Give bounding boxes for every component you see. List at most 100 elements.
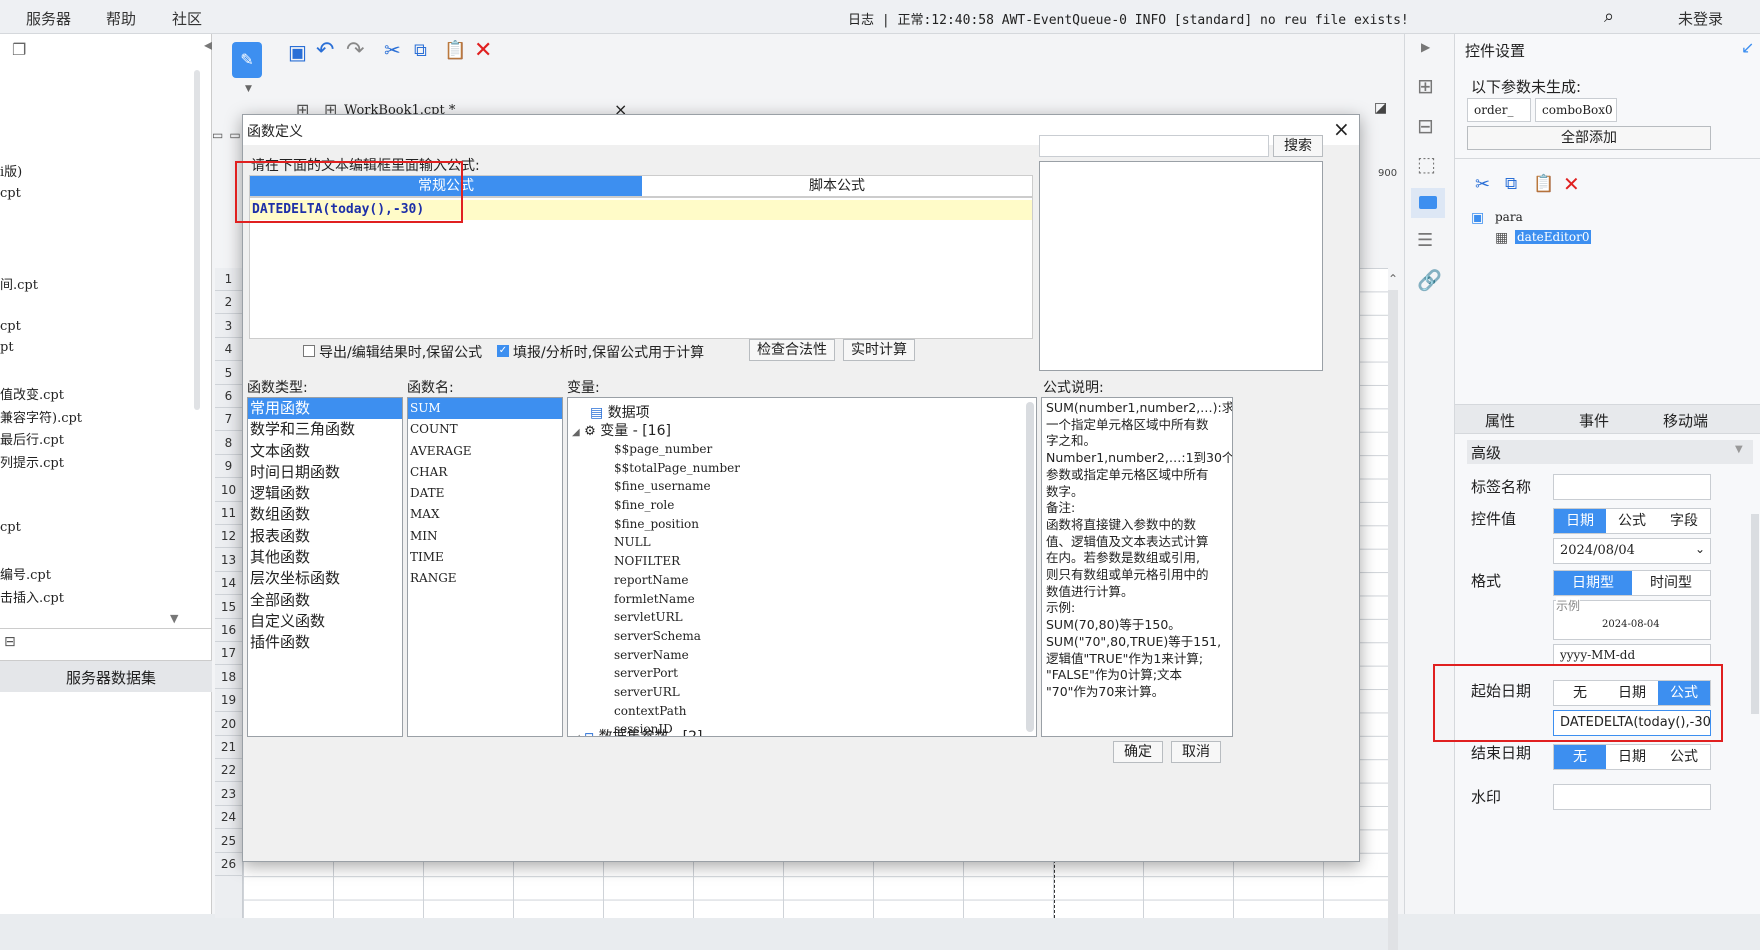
function-type-item[interactable]: 报表函数 (248, 526, 402, 547)
cell-attr-icon[interactable]: ⊞ (1417, 74, 1434, 98)
date-value-input[interactable]: 2024/08/04 (1553, 538, 1711, 564)
function-name-item[interactable]: DATE (408, 483, 562, 504)
tab-mobile[interactable]: 移动端 (1663, 410, 1708, 431)
variable-item[interactable]: formletName (614, 590, 740, 609)
function-name-item[interactable]: SUM (408, 398, 562, 420)
seg-date-type[interactable]: 日期型 (1554, 571, 1632, 595)
seg-date[interactable]: 日期 (1606, 745, 1658, 769)
function-type-item[interactable]: 全部函数 (248, 590, 402, 611)
cut-icon[interactable]: ✂ (384, 38, 401, 62)
format-pattern-input[interactable]: yyyy-MM-dd (1553, 644, 1711, 666)
expand-right-icon[interactable]: ▶ (1421, 40, 1430, 54)
delete-icon[interactable]: ✕ (1563, 172, 1580, 196)
widget-settings-tab[interactable] (1411, 188, 1445, 218)
function-type-item[interactable]: 自定义函数 (248, 611, 402, 632)
variable-item[interactable]: $fine_username (614, 477, 740, 496)
variable-item[interactable]: reportName (614, 571, 740, 590)
row-number[interactable]: 23 (215, 782, 243, 806)
row-number[interactable]: 22 (215, 759, 243, 783)
tab-properties[interactable]: 属性 (1485, 410, 1515, 431)
control-value-seg[interactable]: 日期 公式 字段 (1553, 508, 1711, 534)
variable-item[interactable]: $fine_position (614, 515, 740, 534)
function-type-item[interactable]: 数学和三角函数 (248, 419, 402, 440)
function-name-list[interactable]: SUM COUNT AVERAGE CHAR DATE MAX MIN TIME RANGE (407, 397, 563, 737)
row-number[interactable]: 6 (215, 385, 243, 408)
menu-server[interactable]: 服务器 (26, 8, 71, 29)
row-number[interactable]: 2 (215, 291, 243, 315)
search-icon[interactable]: ⌕ (1604, 6, 1614, 27)
tree-root[interactable]: para (1495, 210, 1523, 224)
delete-icon[interactable]: ✕ (474, 38, 492, 63)
menu-help[interactable]: 帮助 (106, 8, 136, 29)
file-item[interactable]: 值改变.cpt (0, 384, 64, 403)
undo-icon[interactable]: ↶ (316, 38, 334, 63)
row-number[interactable]: 17 (215, 642, 243, 666)
redo-icon[interactable]: ↷ (346, 38, 364, 63)
scrollbar[interactable] (1026, 402, 1034, 732)
chevron-down-icon[interactable]: ⌄ (1695, 542, 1705, 556)
row-number[interactable]: 4 (215, 338, 243, 362)
chevron-down-icon[interactable]: ▼ (170, 612, 178, 625)
row-number[interactable]: 11 (215, 502, 243, 525)
function-type-item[interactable]: 常用函数 (248, 398, 402, 420)
seg-formula[interactable]: 公式 (1658, 745, 1710, 769)
variable-item[interactable]: serverName (614, 646, 740, 665)
variable-item[interactable]: NOFILTER (614, 552, 740, 571)
function-name-item[interactable]: TIME (408, 547, 562, 568)
row-number[interactable]: 12 (215, 525, 243, 549)
file-item[interactable]: cpt (0, 520, 21, 535)
close-icon[interactable]: × (1333, 117, 1350, 141)
fill-checkbox[interactable]: ✓ (497, 345, 509, 357)
row-number[interactable]: 3 (215, 314, 243, 338)
cut-icon[interactable]: ✂ (1475, 174, 1490, 195)
function-name-item[interactable]: RANGE (408, 568, 562, 589)
menu-community[interactable]: 社区 (172, 8, 202, 29)
watermark-input[interactable] (1553, 784, 1711, 810)
tree-data-items[interactable]: ▤ 数据项 (590, 402, 650, 422)
row-number[interactable]: 13 (215, 548, 243, 572)
window-icon[interactable]: ❐ (12, 40, 26, 59)
function-type-item[interactable]: 插件函数 (248, 632, 402, 653)
row-number[interactable]: 8 (215, 431, 243, 455)
file-item[interactable]: cpt (0, 186, 21, 201)
file-item[interactable]: 击插入.cpt (0, 587, 64, 606)
seg-formula[interactable]: 公式 (1606, 509, 1658, 533)
function-type-item[interactable]: 时间日期函数 (248, 462, 402, 483)
param-order[interactable]: order_ (1467, 98, 1531, 122)
function-name-item[interactable]: MIN (408, 526, 562, 547)
tab-script-formula[interactable]: 脚本公式 (642, 176, 1032, 196)
row-number[interactable]: 25 (215, 829, 243, 853)
chevron-down-icon[interactable]: ▼ (245, 84, 252, 94)
function-type-item[interactable]: 数组函数 (248, 504, 402, 525)
function-name-item[interactable]: MAX (408, 504, 562, 525)
copy-icon[interactable]: ⧉ (414, 40, 427, 61)
log-status[interactable]: 日志 | 正常:12:40:58 AWT-EventQueue-0 INFO [… (848, 9, 1409, 28)
file-item[interactable]: 最后行.cpt (0, 429, 64, 448)
variable-item[interactable]: serverPort (614, 664, 740, 683)
tree-child-selected[interactable]: dateEditor0 (1515, 230, 1592, 244)
function-type-item[interactable]: 逻辑函数 (248, 483, 402, 504)
row-number[interactable]: 24 (215, 806, 243, 830)
row-number[interactable]: 26 (215, 853, 243, 876)
function-type-item[interactable]: 其他函数 (248, 547, 402, 568)
link-icon[interactable]: 🔗 (1417, 268, 1442, 292)
search-input[interactable] (1039, 135, 1269, 157)
layer-icon[interactable]: ☰ (1417, 230, 1433, 251)
function-name-item[interactable]: CHAR (408, 462, 562, 483)
condition-icon[interactable]: ⊟ (1417, 114, 1434, 138)
file-item[interactable]: i版) (0, 161, 22, 180)
variable-item[interactable]: serverSchema (614, 627, 740, 646)
paste-icon[interactable]: 📋 (444, 40, 466, 61)
file-item[interactable]: 间.cpt (0, 274, 38, 293)
check-validity-button[interactable]: 检查合法性 (749, 339, 835, 361)
scrollbar[interactable] (1388, 290, 1398, 950)
seg-field[interactable]: 字段 (1658, 509, 1710, 533)
add-all-button[interactable]: 全部添加 (1467, 126, 1711, 150)
scrollbar[interactable] (194, 70, 200, 410)
row-number[interactable]: 16 (215, 619, 243, 642)
variable-item[interactable]: contextPath (614, 702, 740, 721)
seg-none[interactable]: 无 (1554, 745, 1606, 769)
tab-events[interactable]: 事件 (1579, 410, 1609, 431)
variable-item[interactable]: NULL (614, 533, 740, 552)
file-item[interactable]: 兼容字符).cpt (0, 407, 82, 426)
